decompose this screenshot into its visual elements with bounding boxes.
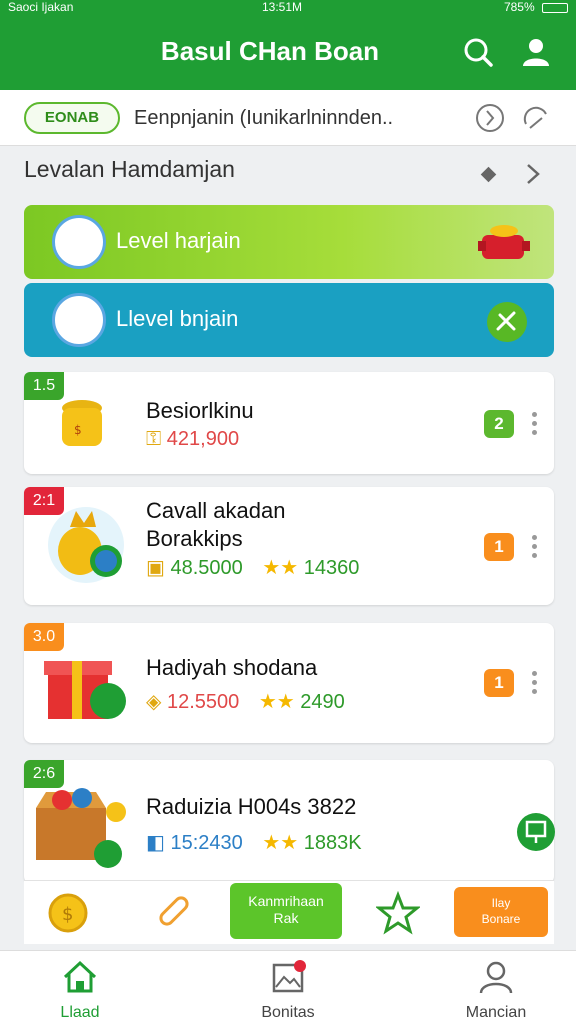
item-rating: 2490 — [300, 691, 345, 713]
count-pill: 2 — [484, 410, 514, 438]
more-icon[interactable] — [532, 535, 540, 562]
item-name: Besiorlkinu — [146, 398, 254, 423]
star-icon: ★★ — [258, 691, 295, 713]
gold-jar-icon: $ — [62, 400, 102, 446]
tools-icon[interactable] — [486, 301, 528, 343]
list-item[interactable]: 2:6 Raduizia H004s 3822 ◧ 15:2430 ★★ 188… — [24, 760, 556, 884]
level-label: Llevel bnjain — [116, 306, 239, 331]
gift-box-icon — [44, 661, 126, 719]
action-bar: $ Kanmrihaan Rak Ilay Bonare — [24, 880, 554, 944]
user-icon[interactable] — [518, 34, 554, 70]
rank-button[interactable]: Kanmrihaan Rak — [230, 883, 342, 939]
link-icon[interactable] — [152, 889, 196, 933]
more-icon[interactable] — [532, 412, 540, 439]
more-icon[interactable] — [532, 671, 540, 698]
filter-row: EONAB Eenpnjanin (Iunikarlninnden.. — [0, 90, 576, 146]
level-label: Level harjain — [116, 228, 241, 253]
bonus-button[interactable]: Ilay Bonare — [454, 887, 548, 937]
search-icon[interactable] — [460, 34, 496, 70]
list-item[interactable]: 2:1 Cavall akadan Borakkips ▣ 48.5000 ★★… — [24, 487, 554, 605]
badge-icon — [52, 215, 106, 269]
item-rating: 1883K — [303, 832, 362, 854]
treasure-pot-icon — [478, 225, 530, 259]
rank-button-line2: Rak — [273, 910, 299, 926]
item-value: 48.5000 — [170, 557, 243, 579]
item-name: Raduizia H004s 3822 — [146, 794, 357, 819]
section-controls — [472, 160, 552, 195]
diamond-icon[interactable] — [480, 166, 497, 183]
nav-label: Bonitas — [261, 1004, 315, 1021]
carrier: Saoci Ijakan — [8, 0, 74, 14]
svg-text:$: $ — [74, 423, 82, 437]
refresh-icon[interactable] — [520, 102, 552, 134]
item-value: 15:2430 — [170, 832, 243, 854]
nav-bonitas[interactable]: Bonitas — [228, 959, 348, 1022]
item-stats: ▣ 48.5000 ★★ 14360 — [146, 555, 359, 580]
page-title: Basul CHan Boan — [160, 36, 380, 66]
bottom-nav: Llaad Bonitas Mancian — [0, 950, 576, 1024]
item-value: 421,900 — [166, 428, 240, 450]
profile-icon — [479, 961, 513, 994]
count-pill: 1 — [484, 533, 514, 561]
coin-icon[interactable]: $ — [46, 891, 90, 935]
app-bar: Basul CHan Boan — [0, 14, 576, 90]
item-value: 12.5500 — [166, 691, 240, 713]
item-rating: 14360 — [303, 557, 360, 579]
item-name: Cavall akadan Borakkips — [146, 498, 286, 551]
money-bag-icon — [48, 507, 124, 583]
bonus-button-line2: Bonare — [481, 912, 521, 926]
gift-icon: ▣ — [146, 557, 165, 579]
item-stats: ◈ 12.5500 ★★ 2490 — [146, 689, 345, 714]
nav-label: Llaad — [60, 1004, 100, 1021]
item-name: Hadiyah shodana — [146, 655, 318, 680]
nav-label: Mancian — [465, 1004, 527, 1021]
filter-badge[interactable]: EONAB — [24, 102, 120, 134]
status-bar: Saoci Ijakan 13:51M 785% — [0, 0, 576, 14]
rank-button-line1: Kanmrihaan — [248, 893, 324, 909]
home-icon — [63, 960, 97, 993]
svg-text:$: $ — [62, 904, 73, 925]
share-icon[interactable] — [516, 810, 556, 854]
nav-mancian[interactable]: Mancian — [436, 959, 556, 1022]
battery-icon — [542, 2, 568, 13]
list-item[interactable]: 1.5 $ Besiorlkinu ⚿ 421,900 2 — [24, 372, 554, 474]
count-pill: 1 — [484, 669, 514, 697]
level-banner-2[interactable]: Llevel bnjain — [24, 283, 554, 357]
nav-home[interactable]: Llaad — [20, 959, 140, 1022]
battery-status: 785% — [504, 0, 568, 14]
battery-percent: 785% — [503, 0, 535, 14]
key-icon: ⚿ — [146, 428, 162, 450]
section-title: Levalan Hamdamjan — [24, 156, 235, 182]
treasure-chest-icon — [36, 788, 126, 868]
clock-icon[interactable] — [474, 102, 506, 134]
coin-icon: ◈ — [146, 691, 162, 713]
list-item[interactable]: 3.0 Hadiyah shodana ◈ 12.5500 ★★ 2490 1 — [24, 623, 554, 743]
star-outline-icon[interactable] — [376, 891, 420, 935]
gallery-icon — [272, 960, 306, 993]
bonus-button-line1: Ilay — [491, 896, 511, 910]
item-stats: ⚿ 421,900 — [146, 428, 239, 451]
shopping-bag-icon — [52, 293, 106, 347]
item-stats: ◧ 15:2430 ★★ 1883K — [146, 830, 362, 855]
chart-icon: ◧ — [146, 832, 165, 854]
clock: 13:51M — [262, 0, 303, 14]
star-icon: ★★ — [262, 557, 299, 579]
search-input[interactable]: Eenpnjanin (Iunikarlninnden.. — [134, 107, 393, 130]
chevron-right-icon[interactable] — [527, 164, 540, 184]
star-icon: ★★ — [262, 832, 299, 854]
level-banner-1[interactable]: Level harjain — [24, 205, 554, 279]
